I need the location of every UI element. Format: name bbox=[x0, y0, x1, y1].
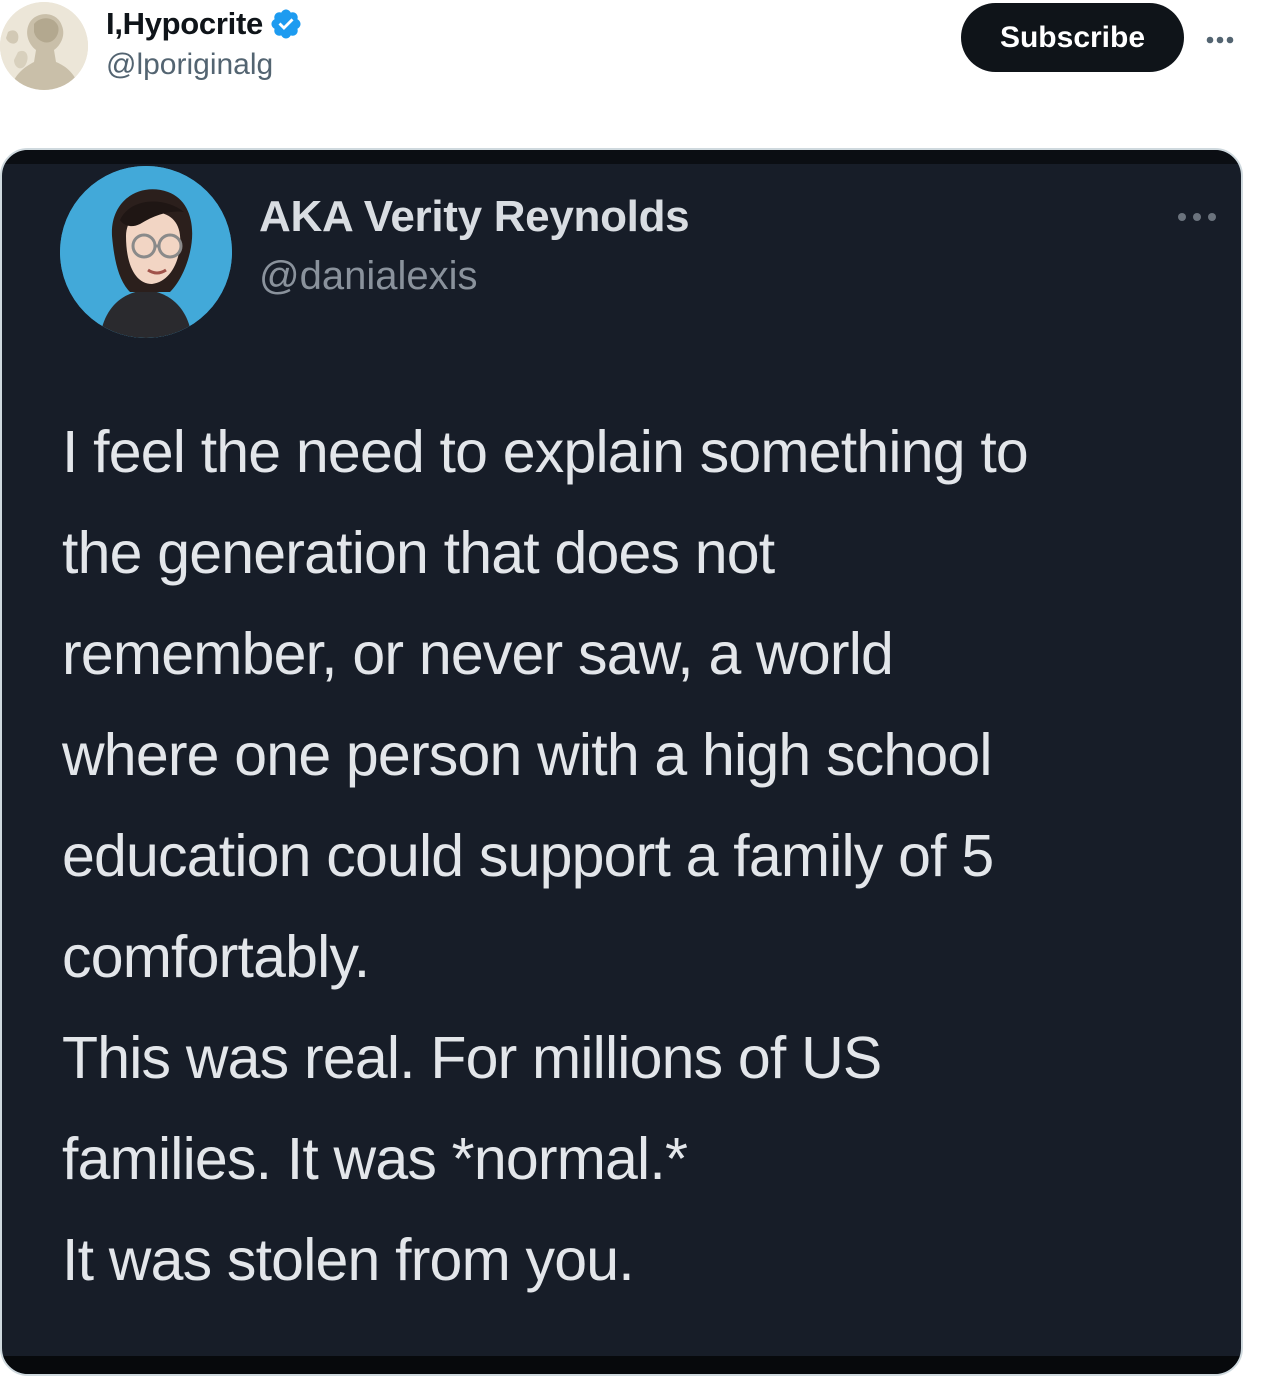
author-name[interactable]: I,Hypocrite bbox=[106, 6, 263, 42]
text-line: remember, or never saw, a world bbox=[62, 621, 894, 687]
embedded-tweet-text: I feel the need to explain something to … bbox=[62, 402, 1222, 1311]
subscribe-button[interactable]: Subscribe bbox=[961, 3, 1184, 72]
author-handle[interactable]: @lporiginalg bbox=[106, 48, 273, 82]
screenshot-bottom-edge bbox=[2, 1356, 1241, 1374]
verified-badge-icon[interactable] bbox=[269, 7, 303, 41]
text-line: I feel the need to explain something to bbox=[62, 419, 1029, 485]
text-line: where one person with a high school bbox=[62, 722, 993, 788]
cartoon-avatar-image bbox=[60, 166, 232, 338]
embedded-author-handle: @danialexis bbox=[259, 254, 478, 298]
text-line: This was real. For millions of US bbox=[62, 1025, 882, 1091]
more-options-icon[interactable] bbox=[1198, 20, 1242, 60]
text-line: the generation that does not bbox=[62, 520, 775, 586]
screenshot-top-edge bbox=[2, 150, 1241, 164]
text-line: comfortably. bbox=[62, 924, 370, 990]
text-line: families. It was *normal.* bbox=[62, 1126, 688, 1192]
author-avatar[interactable] bbox=[0, 2, 88, 90]
embedded-more-icon bbox=[1172, 210, 1222, 224]
author-name-row: I,Hypocrite bbox=[106, 4, 303, 44]
statue-avatar-image bbox=[0, 2, 88, 90]
embedded-author-name: AKA Verity Reynolds bbox=[259, 192, 690, 241]
embedded-author-avatar bbox=[60, 166, 232, 338]
text-line: education could support a family of 5 bbox=[62, 823, 994, 889]
embedded-screenshot[interactable]: AKA Verity Reynolds @danialexis I feel t… bbox=[0, 148, 1243, 1376]
text-line: It was stolen from you. bbox=[62, 1227, 635, 1293]
